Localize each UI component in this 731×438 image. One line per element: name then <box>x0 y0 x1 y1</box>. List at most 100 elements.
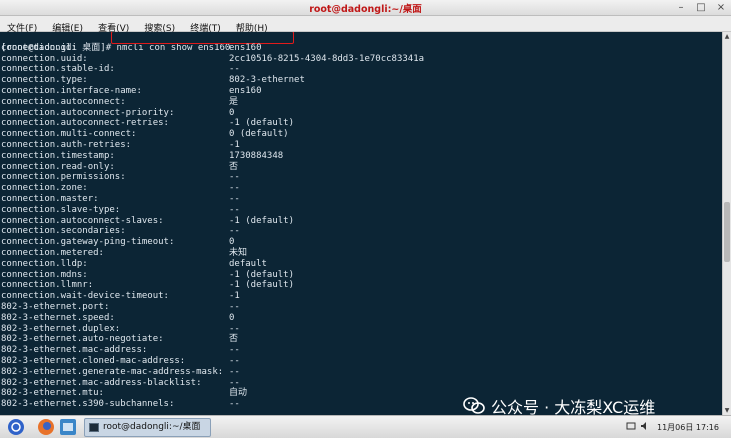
property-value: -- <box>229 366 240 377</box>
output-row: connection.gateway-ping-timeout: 0 <box>0 237 722 248</box>
property-key: connection.stable-id: <box>1 64 115 75</box>
output-row: connection.auth-retries: -1 <box>0 140 722 151</box>
output-row: connection.autoconnect-slaves: -1 (defaul… <box>0 216 722 227</box>
output-row: connection.permissions: -- <box>0 172 722 183</box>
property-value: -- <box>229 323 240 334</box>
property-key: connection.metered: <box>1 247 104 258</box>
property-value: -- <box>229 172 240 183</box>
property-value: 0 <box>229 107 235 118</box>
output-row: connection.metered: 未知 <box>0 248 722 259</box>
property-value: 0 (default) <box>229 129 289 140</box>
property-value: 0 <box>229 312 235 323</box>
property-key: connection.slave-type: <box>1 204 121 215</box>
scroll-up-arrow-icon[interactable]: ▲ <box>723 32 731 41</box>
property-value: -- <box>229 183 240 194</box>
close-button[interactable]: × <box>711 1 731 14</box>
taskbar: root@dadongli:~/桌面 11月06日 17:16 <box>0 415 731 438</box>
output-row: connection.uuid: 2cc10516-8215-4304-8dd3-… <box>0 54 722 65</box>
property-value: -1 (default) <box>229 269 295 280</box>
output-row: 802-3-ethernet.generate-mac-address-mask… <box>0 367 722 378</box>
property-value: -- <box>229 193 240 204</box>
terminal-icon <box>89 423 99 432</box>
output-row: connection.master: -- <box>0 194 722 205</box>
prompt-line: [root@dadongli 桌面]# nmcli con show ens16… <box>0 32 722 53</box>
property-key: connection.autoconnect-slaves: <box>1 215 164 226</box>
watermark: 公众号 · 大冻梨XC运维 <box>463 396 655 417</box>
property-key: connection.timestamp: <box>1 150 115 161</box>
property-key: 802-3-ethernet.port: <box>1 301 110 312</box>
property-value: -- <box>229 399 240 410</box>
property-key: connection.uuid: <box>1 53 88 64</box>
property-key: 802-3-ethernet.speed: <box>1 312 115 323</box>
property-value: -- <box>229 64 240 75</box>
clock[interactable]: 11月06日 17:16 <box>657 422 719 433</box>
property-key: 802-3-ethernet.s390-subchannels: <box>1 399 175 410</box>
property-value: -1 (default) <box>229 215 295 226</box>
output-row: 802-3-ethernet.cloned-mac-address: -- <box>0 356 722 367</box>
property-key: 802-3-ethernet.mtu: <box>1 388 104 399</box>
output-row: connection.autoconnect-retries: -1 (defau… <box>0 118 722 129</box>
wechat-channel-icon <box>463 397 485 415</box>
property-key: connection.lldp: <box>1 258 88 269</box>
terminal-output[interactable]: [root@dadongli 桌面]# nmcli con show ens16… <box>0 32 722 415</box>
firefox-icon[interactable] <box>38 419 54 435</box>
output-row: connection.wait-device-timeout: -1 <box>0 291 722 302</box>
property-value: 未知 <box>229 247 248 258</box>
output-row: 802-3-ethernet.auto-negotiate: 否 <box>0 334 722 345</box>
output-row: connection.id: ens160 <box>0 43 722 54</box>
property-value: -- <box>229 377 240 388</box>
property-key: connection.autoconnect-priority: <box>1 107 175 118</box>
property-value: default <box>229 258 267 269</box>
minimize-button[interactable]: – <box>671 1 691 14</box>
property-value: -- <box>229 301 240 312</box>
taskbar-task-label: root@dadongli:~/桌面 <box>103 422 201 432</box>
window-titlebar[interactable]: root@dadongli:~/桌面 – □ × <box>0 0 731 16</box>
property-key: 802-3-ethernet.auto-negotiate: <box>1 334 164 345</box>
output-row: connection.timestamp: 1730884348 <box>0 151 722 162</box>
property-value: -1 <box>229 291 240 302</box>
network-icon[interactable] <box>626 421 636 433</box>
property-key: connection.permissions: <box>1 172 126 183</box>
files-icon[interactable] <box>60 419 76 435</box>
output-row: connection.zone: -- <box>0 183 722 194</box>
output-row: connection.interface-name: ens160 <box>0 86 722 97</box>
property-key: connection.autoconnect: <box>1 96 126 107</box>
output-row: connection.secondaries: -- <box>0 226 722 237</box>
property-value: 1730884348 <box>229 150 284 161</box>
property-value: -- <box>229 204 240 215</box>
output-row: connection.multi-connect: 0 (default) <box>0 129 722 140</box>
output-row: connection.stable-id: -- <box>0 64 722 75</box>
property-key: connection.id: <box>1 42 77 53</box>
property-key: connection.wait-device-timeout: <box>1 291 169 302</box>
output-row: connection.autoconnect: 是 <box>0 97 722 108</box>
property-value: ens160 <box>229 42 262 53</box>
property-value: -- <box>229 345 240 356</box>
property-key: connection.llmnr: <box>1 280 94 291</box>
taskbar-terminal-button[interactable]: root@dadongli:~/桌面 <box>84 418 211 437</box>
property-key: 802-3-ethernet.duplex: <box>1 323 121 334</box>
property-key: connection.auth-retries: <box>1 139 132 150</box>
output-row: connection.autoconnect-priority: 0 <box>0 108 722 119</box>
volume-icon[interactable] <box>640 421 650 433</box>
output-row: 802-3-ethernet.duplex: -- <box>0 324 722 335</box>
property-key: connection.interface-name: <box>1 85 142 96</box>
output-row: connection.mdns: -1 (default) <box>0 270 722 281</box>
terminal-scrollbar[interactable]: ▲ ▼ <box>722 32 731 415</box>
property-key: connection.mdns: <box>1 269 88 280</box>
window-title: root@dadongli:~/桌面 <box>309 4 422 15</box>
property-key: 802-3-ethernet.cloned-mac-address: <box>1 355 186 366</box>
output-row: 802-3-ethernet.port: -- <box>0 302 722 313</box>
property-key: 802-3-ethernet.mac-address-blacklist: <box>1 377 202 388</box>
property-value: -- <box>229 355 240 366</box>
scroll-down-arrow-icon[interactable]: ▼ <box>723 406 731 415</box>
property-key: connection.autoconnect-retries: <box>1 118 169 129</box>
menu-bar: 文件(F) 编辑(E) 查看(V) 搜索(S) 终端(T) 帮助(H) <box>0 16 731 34</box>
scrollbar-thumb[interactable] <box>724 202 730 262</box>
property-key: connection.read-only: <box>1 161 115 172</box>
property-value: 2cc10516-8215-4304-8dd3-1e70cc83341a <box>229 53 425 64</box>
output-row: connection.slave-type: -- <box>0 205 722 216</box>
property-value: 802-3-ethernet <box>229 75 305 86</box>
app-menu-icon[interactable] <box>8 419 24 435</box>
property-value: ens160 <box>229 85 262 96</box>
maximize-button[interactable]: □ <box>691 1 711 14</box>
